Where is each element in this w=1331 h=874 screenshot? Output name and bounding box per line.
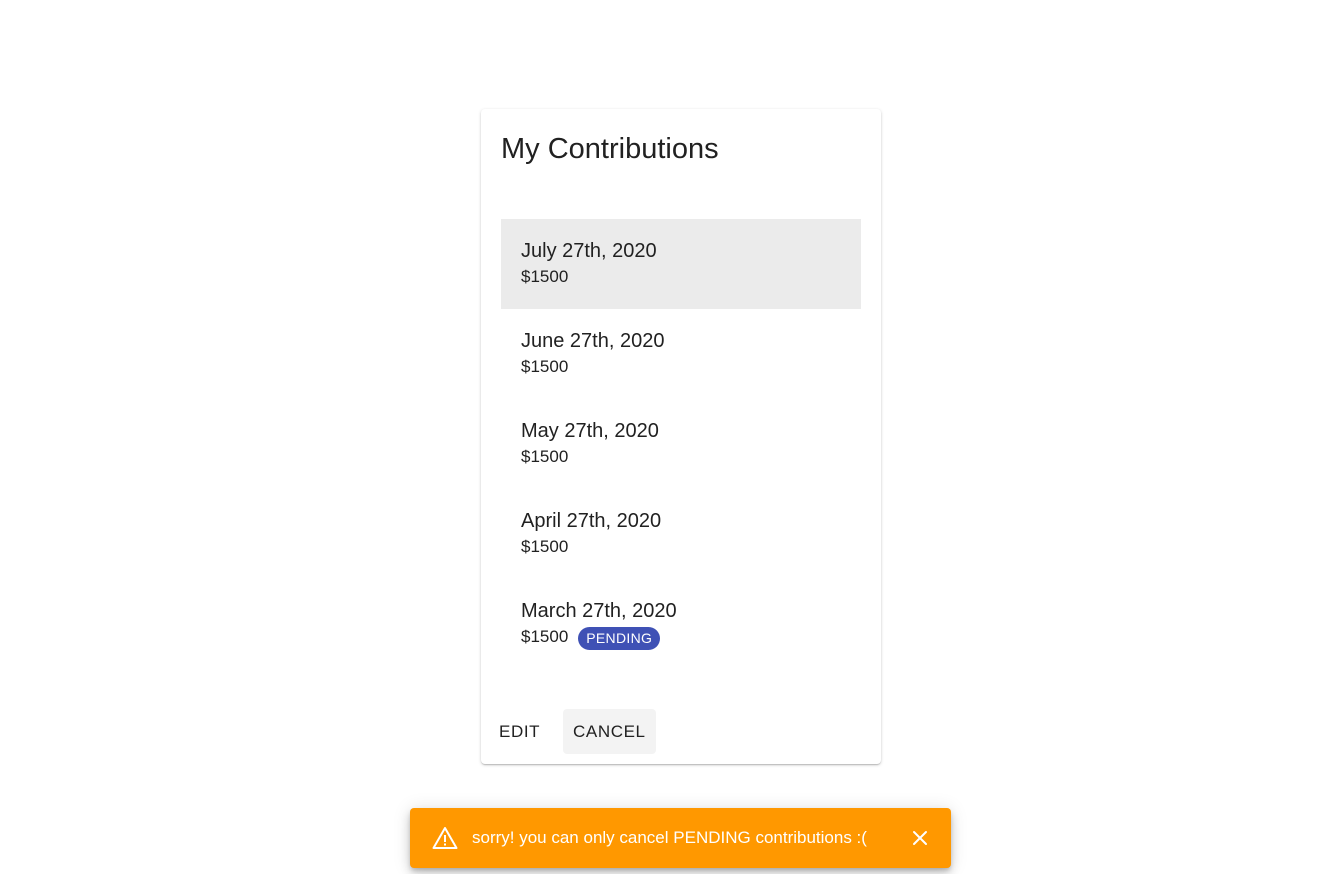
close-icon-svg [913,831,927,845]
contribution-item-june[interactable]: June 27th, 2020 $1500 [501,309,861,399]
contribution-item-april[interactable]: April 27th, 2020 $1500 [501,489,861,579]
page: My Contributions July 27th, 2020 $1500 J… [0,0,1331,874]
contribution-date: May 27th, 2020 [521,420,659,442]
status-badge: PENDING [578,626,661,650]
contribution-amount: $1500 [521,627,569,646]
contributions-list: July 27th, 2020 $1500 June 27th, 2020 $1… [501,219,861,669]
contribution-item-may[interactable]: May 27th, 2020 $1500 [501,399,861,489]
contribution-amount: $1500 [521,447,569,466]
snackbar-message: sorry! you can only cancel PENDING contr… [472,828,867,847]
edit-button[interactable]: EDIT [490,709,549,754]
contribution-amount-row: $1500 PENDING [521,626,841,650]
contribution-amount: $1500 [521,267,569,286]
close-icon[interactable] [905,823,935,853]
contribution-date: July 27th, 2020 [521,240,657,262]
card-actions: EDIT CANCEL [499,709,656,754]
contributions-card: My Contributions July 27th, 2020 $1500 J… [481,109,881,764]
card-title: My Contributions [501,133,719,165]
contribution-date: March 27th, 2020 [521,600,677,622]
contribution-amount-row: $1500 [521,446,841,468]
contribution-amount: $1500 [521,537,569,556]
warning-icon [432,826,458,850]
contribution-item-july[interactable]: July 27th, 2020 $1500 [501,219,861,309]
contribution-date: April 27th, 2020 [521,510,662,532]
contribution-date: June 27th, 2020 [521,330,665,352]
contribution-amount-row: $1500 [521,266,841,288]
cancel-button[interactable]: CANCEL [563,709,656,754]
contribution-item-march[interactable]: March 27th, 2020 $1500 PENDING [501,579,861,669]
contribution-amount: $1500 [521,357,569,376]
warning-snackbar: sorry! you can only cancel PENDING contr… [410,808,951,868]
contribution-amount-row: $1500 [521,536,841,558]
contribution-amount-row: $1500 [521,356,841,378]
warning-icon-svg [432,827,458,849]
